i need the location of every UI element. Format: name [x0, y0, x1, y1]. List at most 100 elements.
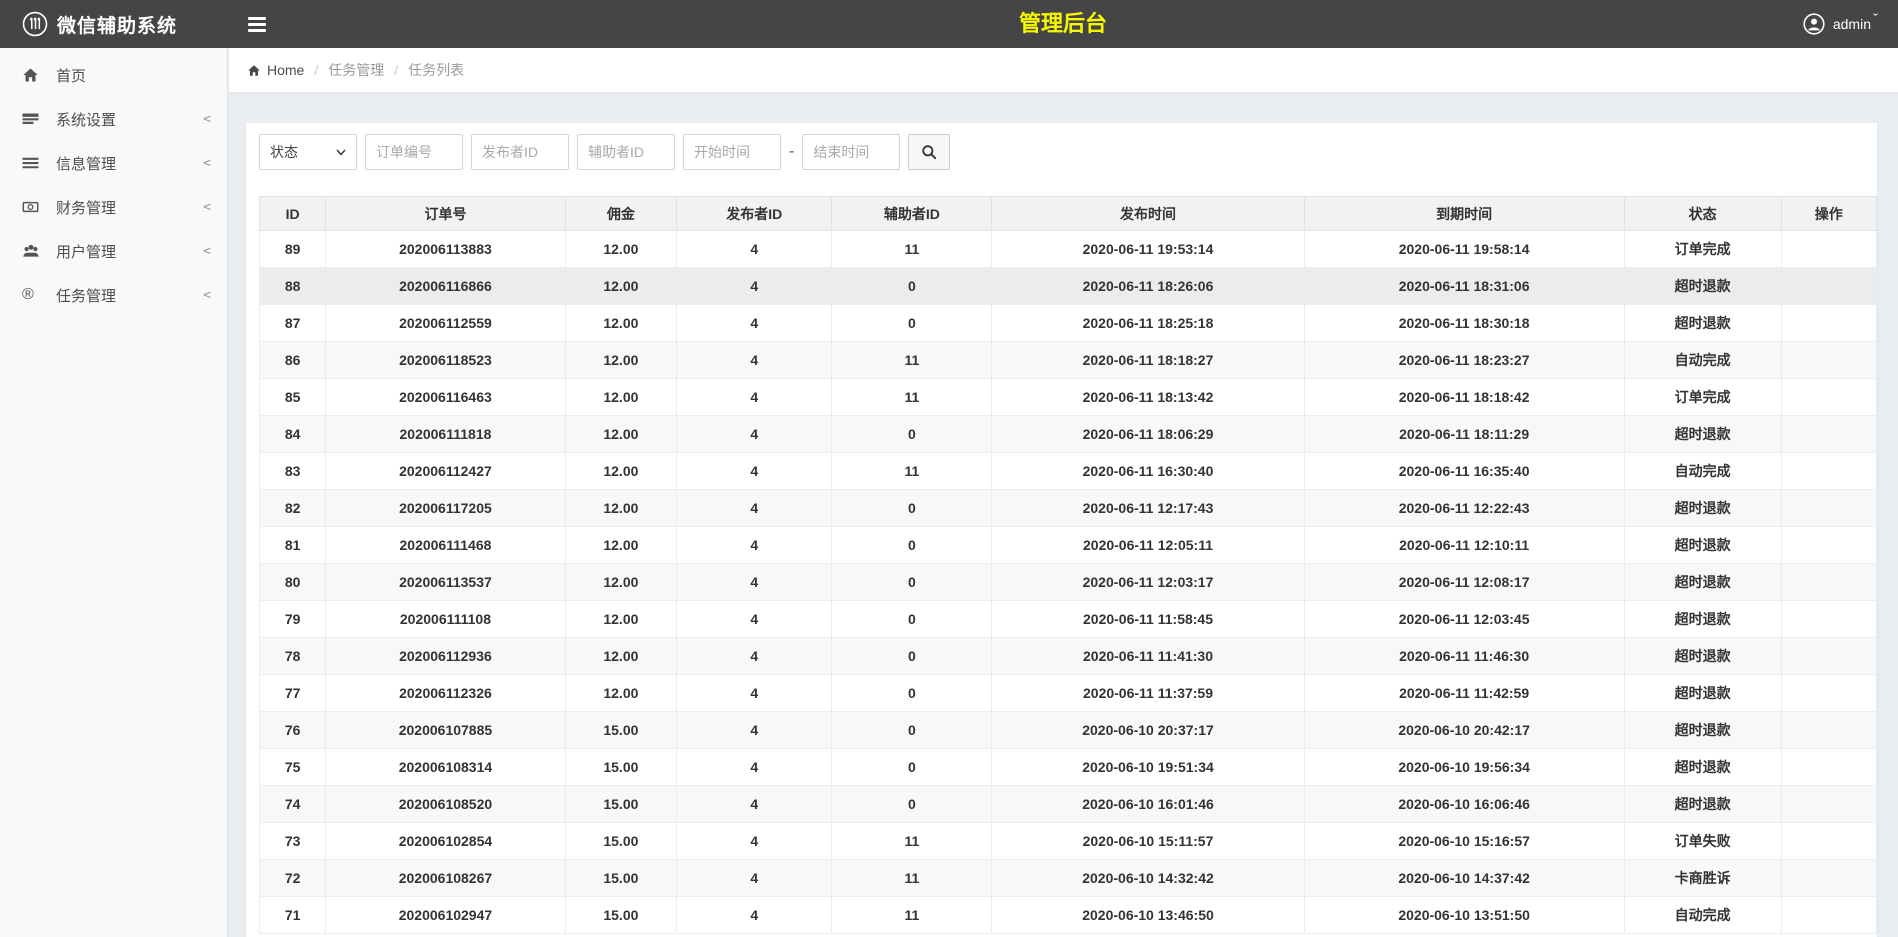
info-manage-icon [22, 155, 46, 171]
sidebar-item-label: 信息管理 [56, 153, 116, 174]
cell-publish-time: 2020-06-10 19:51:34 [992, 749, 1304, 786]
cell-status: 超时退款 [1624, 638, 1781, 675]
cell-assistant-id: 11 [832, 823, 992, 860]
cell-status: 超时退款 [1624, 490, 1781, 527]
home-icon [22, 67, 46, 83]
cell-assistant-id: 0 [832, 749, 992, 786]
cell-publisher-id: 4 [677, 305, 832, 342]
breadcrumb: Home / 任务管理 / 任务列表 [229, 48, 1898, 93]
cell-order-no: 202006112936 [326, 638, 565, 675]
cell-publisher-id: 4 [677, 712, 832, 749]
cell-expire-time: 2020-06-11 18:23:27 [1304, 342, 1624, 379]
logo-link[interactable]: 微信辅助系统 [0, 11, 228, 38]
cell-assistant-id: 0 [832, 712, 992, 749]
publisher-id-input[interactable] [471, 134, 569, 170]
breadcrumb-section-link[interactable]: 任务管理 [328, 60, 384, 80]
task-manage-icon: ® [22, 286, 46, 304]
cell-publisher-id: 4 [677, 749, 832, 786]
sidebar-item-label: 系统设置 [56, 109, 116, 130]
col-header-id: ID [260, 197, 326, 231]
cell-expire-time: 2020-06-11 18:11:29 [1304, 416, 1624, 453]
cell-status: 超时退款 [1624, 675, 1781, 712]
cell-publish-time: 2020-06-11 18:26:06 [992, 268, 1304, 305]
status-select[interactable]: 状态 [259, 134, 357, 170]
cell-order-no: 202006112559 [326, 305, 565, 342]
top-header: 微信辅助系统 管理后台 admin ˇ [0, 0, 1898, 48]
table-row: 8120200611146812.00402020-06-11 12:05:11… [260, 527, 1877, 564]
cell-assistant-id: 0 [832, 416, 992, 453]
sidebar-item-user-manage[interactable]: 用户管理 < [0, 229, 227, 273]
home-icon [247, 64, 267, 77]
breadcrumb-home-link[interactable]: Home [247, 62, 304, 78]
table-row: 8620200611852312.004112020-06-11 18:18:2… [260, 342, 1877, 379]
table-row: 8220200611720512.00402020-06-11 12:17:43… [260, 490, 1877, 527]
assistant-id-input[interactable] [577, 134, 675, 170]
table-row: 8920200611388312.004112020-06-11 19:53:1… [260, 231, 1877, 268]
cell-publish-time: 2020-06-11 18:13:42 [992, 379, 1304, 416]
cell-order-no: 202006102947 [326, 897, 565, 934]
cell-commission: 12.00 [565, 527, 677, 564]
cell-commission: 12.00 [565, 490, 677, 527]
breadcrumb-separator: / [314, 62, 318, 78]
cell-action [1781, 379, 1876, 416]
end-time-input[interactable] [802, 134, 900, 170]
search-button[interactable] [908, 134, 950, 170]
cell-order-no: 202006111468 [326, 527, 565, 564]
cell-action [1781, 675, 1876, 712]
col-header-expire-time: 到期时间 [1304, 197, 1624, 231]
cell-status: 卡商胜诉 [1624, 860, 1781, 897]
cell-id: 84 [260, 416, 326, 453]
finance-manage-icon [22, 199, 46, 215]
cell-publish-time: 2020-06-11 11:58:45 [992, 601, 1304, 638]
sidebar-item-home[interactable]: 首页 [0, 53, 227, 97]
cell-action [1781, 231, 1876, 268]
table-row: 8420200611181812.00402020-06-11 18:06:29… [260, 416, 1877, 453]
cell-publisher-id: 4 [677, 786, 832, 823]
col-header-publisher-id: 发布者ID [677, 197, 832, 231]
start-time-input[interactable] [683, 134, 781, 170]
cell-expire-time: 2020-06-11 18:18:42 [1304, 379, 1624, 416]
breadcrumb-separator: / [394, 62, 398, 78]
cell-publish-time: 2020-06-11 12:03:17 [992, 564, 1304, 601]
cell-publisher-id: 4 [677, 564, 832, 601]
cell-order-no: 202006108314 [326, 749, 565, 786]
col-header-order-no: 订单号 [326, 197, 565, 231]
cell-assistant-id: 11 [832, 860, 992, 897]
cell-id: 89 [260, 231, 326, 268]
table-row: 7120200610294715.004112020-06-10 13:46:5… [260, 897, 1877, 934]
cell-publisher-id: 4 [677, 675, 832, 712]
cell-commission: 15.00 [565, 712, 677, 749]
cell-action [1781, 268, 1876, 305]
sidebar-toggle-button[interactable] [248, 11, 270, 37]
cell-commission: 12.00 [565, 564, 677, 601]
cell-id: 73 [260, 823, 326, 860]
user-menu[interactable]: admin ˇ [1803, 13, 1898, 35]
cell-expire-time: 2020-06-11 18:31:06 [1304, 268, 1624, 305]
sidebar-item-system-settings[interactable]: 系统设置 < [0, 97, 227, 141]
cell-publisher-id: 4 [677, 490, 832, 527]
brand-logo-icon [22, 11, 57, 37]
cell-publish-time: 2020-06-11 18:18:27 [992, 342, 1304, 379]
cell-expire-time: 2020-06-10 14:37:42 [1304, 860, 1624, 897]
cell-commission: 12.00 [565, 268, 677, 305]
cell-commission: 12.00 [565, 379, 677, 416]
cell-status: 自动完成 [1624, 897, 1781, 934]
cell-assistant-id: 11 [832, 897, 992, 934]
cell-publisher-id: 4 [677, 416, 832, 453]
cell-publisher-id: 4 [677, 823, 832, 860]
table-row: 7520200610831415.00402020-06-10 19:51:34… [260, 749, 1877, 786]
cell-action [1781, 823, 1876, 860]
cell-assistant-id: 0 [832, 564, 992, 601]
cell-id: 78 [260, 638, 326, 675]
sidebar-item-info-manage[interactable]: 信息管理 < [0, 141, 227, 185]
cell-action [1781, 305, 1876, 342]
order-no-input[interactable] [365, 134, 463, 170]
breadcrumb-current: 任务列表 [408, 60, 464, 80]
sidebar-item-finance-manage[interactable]: 财务管理 < [0, 185, 227, 229]
sidebar-item-label: 财务管理 [56, 197, 116, 218]
sidebar-item-task-manage[interactable]: ® 任务管理 < [0, 273, 227, 317]
table-row: 7620200610788515.00402020-06-10 20:37:17… [260, 712, 1877, 749]
cell-id: 74 [260, 786, 326, 823]
cell-id: 79 [260, 601, 326, 638]
cell-publish-time: 2020-06-10 16:01:46 [992, 786, 1304, 823]
